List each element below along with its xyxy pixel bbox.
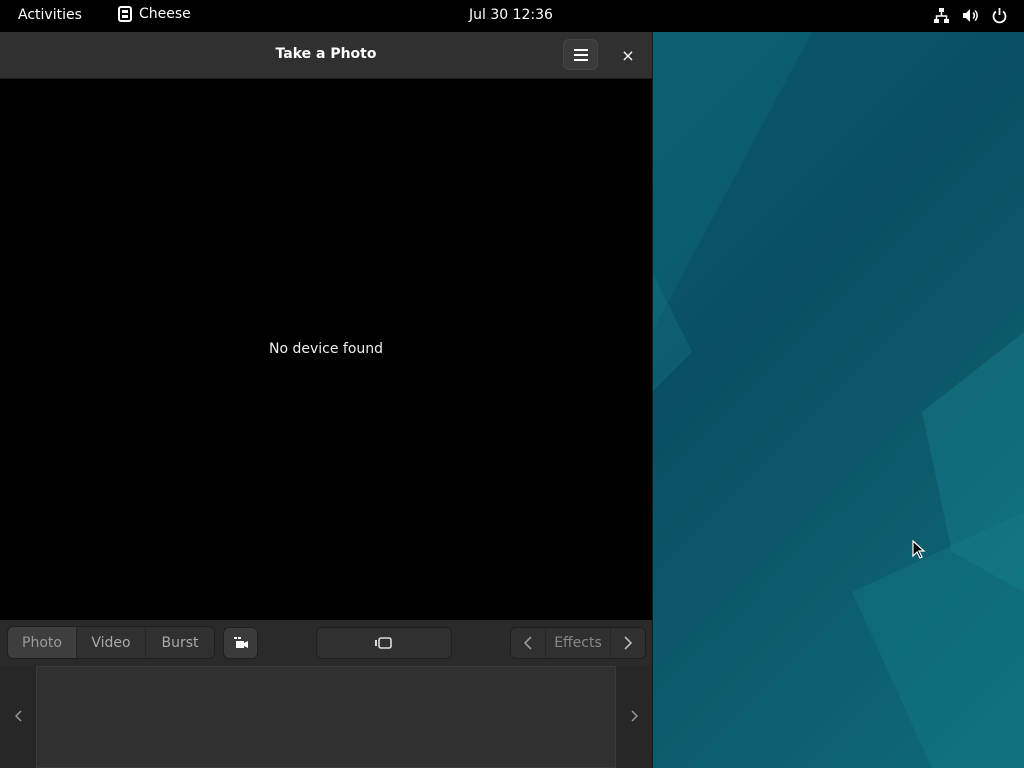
effects-next-button[interactable] (610, 628, 645, 658)
cheese-app-icon (118, 6, 132, 22)
chevron-left-icon (14, 710, 22, 722)
switch-camera-button[interactable] (223, 627, 258, 659)
no-device-message: No device found (268, 341, 384, 357)
clock[interactable]: Jul 30 12:36 (469, 7, 553, 23)
effects-control: Effects (510, 627, 646, 659)
thumbnails-scroll-right[interactable] (624, 706, 644, 726)
mouse-cursor-icon (912, 540, 926, 559)
chevron-right-icon (630, 710, 638, 722)
network-icon (934, 8, 949, 23)
top-bar: Activities Cheese Jul 30 12:36 (0, 0, 1024, 32)
desktop-wallpaper (652, 32, 1024, 768)
mode-switcher: Photo Video Burst (7, 626, 215, 659)
effects-prev-button[interactable] (511, 628, 546, 658)
header-bar: Take a Photo × (0, 32, 652, 79)
cheese-window: Take a Photo × No device found Photo Vid… (0, 32, 653, 768)
chevron-right-icon (624, 636, 632, 650)
bottom-toolbar: Photo Video Burst Effects (0, 620, 652, 666)
thumbnails-scroll-left[interactable] (8, 706, 28, 726)
mode-video-button[interactable]: Video (77, 627, 146, 658)
window-title: Take a Photo (275, 46, 377, 62)
system-tray[interactable] (933, 7, 1008, 24)
mode-burst-button[interactable]: Burst (146, 627, 214, 658)
camera-shutter-icon (375, 637, 392, 649)
effects-button[interactable]: Effects (546, 628, 610, 658)
hamburger-icon (573, 48, 588, 61)
menu-button[interactable] (563, 39, 598, 70)
thumbnail-area[interactable] (36, 666, 616, 768)
mode-photo-button[interactable]: Photo (8, 627, 77, 658)
close-icon: × (621, 45, 635, 65)
chevron-left-icon (524, 636, 532, 650)
camera-switch-icon (233, 637, 248, 648)
power-icon (992, 8, 1007, 24)
activities-button[interactable]: Activities (18, 7, 82, 23)
camera-viewport: No device found (0, 79, 652, 620)
app-menu[interactable]: Cheese (118, 6, 191, 22)
volume-icon (963, 9, 978, 22)
close-button[interactable]: × (616, 44, 640, 66)
take-photo-button[interactable] (316, 627, 452, 659)
app-name: Cheese (139, 6, 191, 22)
thumbnail-bar (0, 666, 652, 768)
